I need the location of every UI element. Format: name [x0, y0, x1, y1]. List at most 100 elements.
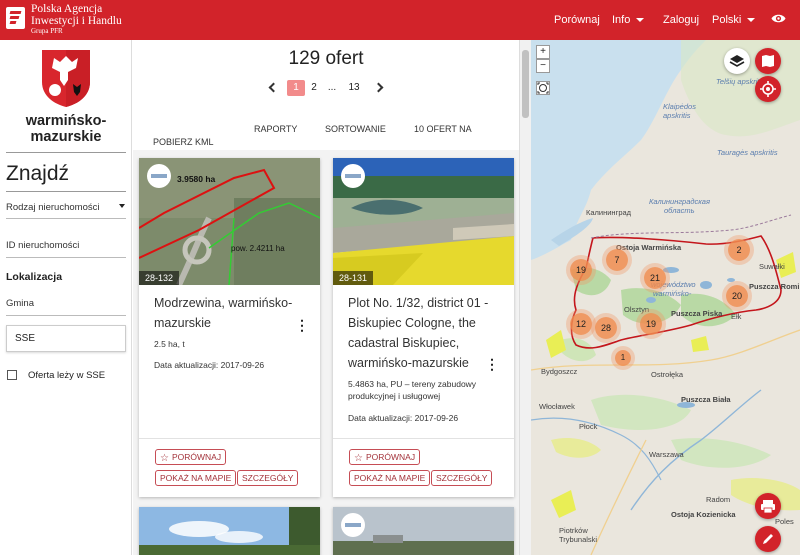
- map-label: Ostoja Warmińska: [616, 243, 682, 252]
- map-cluster[interactable]: 19: [570, 259, 592, 281]
- map-cluster[interactable]: 7: [606, 249, 628, 271]
- chevron-down-icon: [636, 18, 645, 23]
- sse-checkbox[interactable]: [7, 370, 17, 380]
- show-on-map-button[interactable]: POKAŻ NA MAPIE: [349, 470, 431, 486]
- reports-button[interactable]: RAPORTY: [254, 124, 297, 134]
- nav-language[interactable]: Polski: [712, 0, 756, 40]
- map-view[interactable]: Telšių apskritis Klaipėdos apskritis Tau…: [531, 40, 800, 555]
- page-13[interactable]: 13: [341, 80, 367, 96]
- compare-button-label: PORÓWNAJ: [171, 452, 222, 462]
- map-cluster[interactable]: 21: [644, 267, 666, 289]
- draw-button[interactable]: [755, 526, 781, 552]
- fullscreen-button[interactable]: [536, 81, 550, 95]
- map-label: Puszcza Biała: [681, 395, 731, 404]
- paih-badge-icon: [341, 164, 365, 188]
- page-ellipsis: ...: [327, 82, 337, 93]
- divider: [333, 438, 514, 439]
- offer-title-line: Modrzewina, warmińsko-: [154, 296, 293, 310]
- offer-title-line: warmińsko-mazurskie: [348, 356, 469, 370]
- page-1[interactable]: 1: [287, 80, 305, 96]
- offer-info: produkcyjnej i usługowej: [348, 391, 441, 401]
- zoom-in-button[interactable]: +: [536, 45, 550, 59]
- star-icon: ☆: [354, 453, 363, 464]
- offer-update-date: Data aktualizacji: 2017-09-26: [348, 413, 459, 423]
- details-button[interactable]: SZCZEGÓŁY: [431, 470, 493, 486]
- print-icon: [761, 500, 775, 514]
- offer-card[interactable]: [139, 507, 320, 555]
- chevron-down-icon: [747, 18, 756, 23]
- offer-title[interactable]: Modrzewina, warmińsko- mazurskie: [154, 293, 292, 333]
- nav-info[interactable]: Info: [612, 0, 645, 40]
- region-name-line1: warmińsko-: [25, 113, 107, 129]
- per-page-button[interactable]: 10 OFERT NA: [414, 124, 472, 134]
- chevron-down-icon: [119, 204, 125, 208]
- zoom-out-button[interactable]: −: [536, 59, 550, 73]
- more-vert-icon[interactable]: ⋮: [485, 357, 499, 371]
- offer-photo[interactable]: [139, 507, 320, 555]
- filter-sidebar: warmińsko- mazurskie Znajdź Rodzaj nieru…: [0, 40, 132, 555]
- offer-title-line: Biskupiec Cologne, the: [348, 316, 476, 330]
- sorting-button[interactable]: SORTOWANIE: [325, 124, 386, 134]
- compare-button[interactable]: ☆ PORÓWNAJ: [349, 449, 421, 465]
- municipality-input[interactable]: Gmina: [6, 298, 34, 309]
- offer-card[interactable]: 28-131 Plot No. 1/32, district 01 - Bisk…: [333, 158, 514, 497]
- show-on-map-button[interactable]: POKAŻ NA MAPIE: [155, 470, 237, 486]
- area-label: 3.9580 ha: [177, 174, 216, 184]
- map-label: Ostoja Kozienicka: [671, 510, 736, 519]
- locate-button[interactable]: [755, 76, 781, 102]
- details-button[interactable]: SZCZEGÓŁY: [237, 470, 299, 486]
- map-label: Płock: [579, 422, 598, 431]
- map-label: Puszcza Piska: [671, 309, 723, 318]
- sse-select[interactable]: SSE: [6, 325, 126, 352]
- map-cluster[interactable]: 19: [640, 313, 662, 335]
- map-label: Warszawa: [649, 450, 684, 459]
- field-underline: [6, 257, 126, 258]
- property-type-select[interactable]: Rodzaj nieruchomości: [6, 202, 99, 213]
- offer-id: 28-131: [333, 271, 374, 285]
- map-label: warmińsko-: [653, 289, 692, 298]
- listing-scrollbar[interactable]: [519, 40, 531, 555]
- map-type-button[interactable]: [755, 48, 781, 74]
- more-vert-icon[interactable]: ⋮: [295, 318, 309, 332]
- scrollbar-thumb[interactable]: [522, 50, 529, 118]
- map-label: Puszcza Romi: [749, 282, 800, 291]
- map-cluster[interactable]: 12: [570, 313, 592, 335]
- offer-listing: 129 ofert 1 2 ... 13 RAPORTY SORTOWANIE …: [133, 40, 519, 555]
- brand-name[interactable]: Polska Agencja Inwestycji i Handlu Grupa…: [31, 3, 122, 36]
- offer-photo[interactable]: 3.9580 ha pow. 2.4211 ha 28-132: [139, 158, 320, 285]
- offer-card[interactable]: 3.9580 ha pow. 2.4211 ha 28-132 Modrzewi…: [139, 158, 320, 497]
- offer-card[interactable]: [333, 507, 514, 555]
- map-label: Klaipėdos: [663, 102, 696, 111]
- map-cluster[interactable]: 28: [595, 317, 617, 339]
- eye-icon[interactable]: [771, 13, 786, 24]
- nav-login[interactable]: Zaloguj: [663, 0, 699, 40]
- map-label: Olsztyn: [624, 305, 650, 314]
- region-name-line2: mazurskie: [30, 129, 102, 145]
- layers-button[interactable]: [724, 48, 750, 74]
- offer-photo[interactable]: 28-131: [333, 158, 514, 285]
- map-cluster[interactable]: 20: [726, 285, 748, 307]
- offer-info: 5.4863 ha, PU – tereny zabudowy: [348, 379, 477, 389]
- divider: [6, 191, 126, 192]
- nav-compare[interactable]: Porównaj: [554, 0, 600, 40]
- property-id-input[interactable]: ID nieruchomości: [6, 240, 79, 251]
- offer-title[interactable]: Plot No. 1/32, district 01 - Biskupiec C…: [348, 293, 488, 373]
- print-button[interactable]: [755, 493, 781, 519]
- paih-badge-icon: [147, 164, 171, 188]
- offer-count: 129 ofert: [288, 48, 364, 69]
- field-underline: [6, 315, 126, 316]
- map-label: Włocławek: [539, 402, 575, 411]
- download-kml-button[interactable]: POBIERZ KML: [153, 137, 214, 147]
- crosshair-icon: [760, 81, 776, 97]
- brand-line-1: Polska Agencja: [31, 3, 103, 15]
- page-2[interactable]: 2: [305, 80, 323, 96]
- map-cluster[interactable]: 2: [728, 239, 750, 261]
- brand-group-label: Grupa PFR: [31, 27, 63, 35]
- map-cluster[interactable]: 1: [615, 350, 631, 366]
- map-label: область: [664, 206, 695, 215]
- brand-line-2: Inwestycji i Handlu: [31, 15, 122, 27]
- paih-logo-icon[interactable]: [6, 7, 25, 29]
- paih-badge-icon: [341, 513, 365, 537]
- map-label: apskritis: [663, 111, 691, 120]
- compare-button[interactable]: ☆ PORÓWNAJ: [155, 449, 227, 465]
